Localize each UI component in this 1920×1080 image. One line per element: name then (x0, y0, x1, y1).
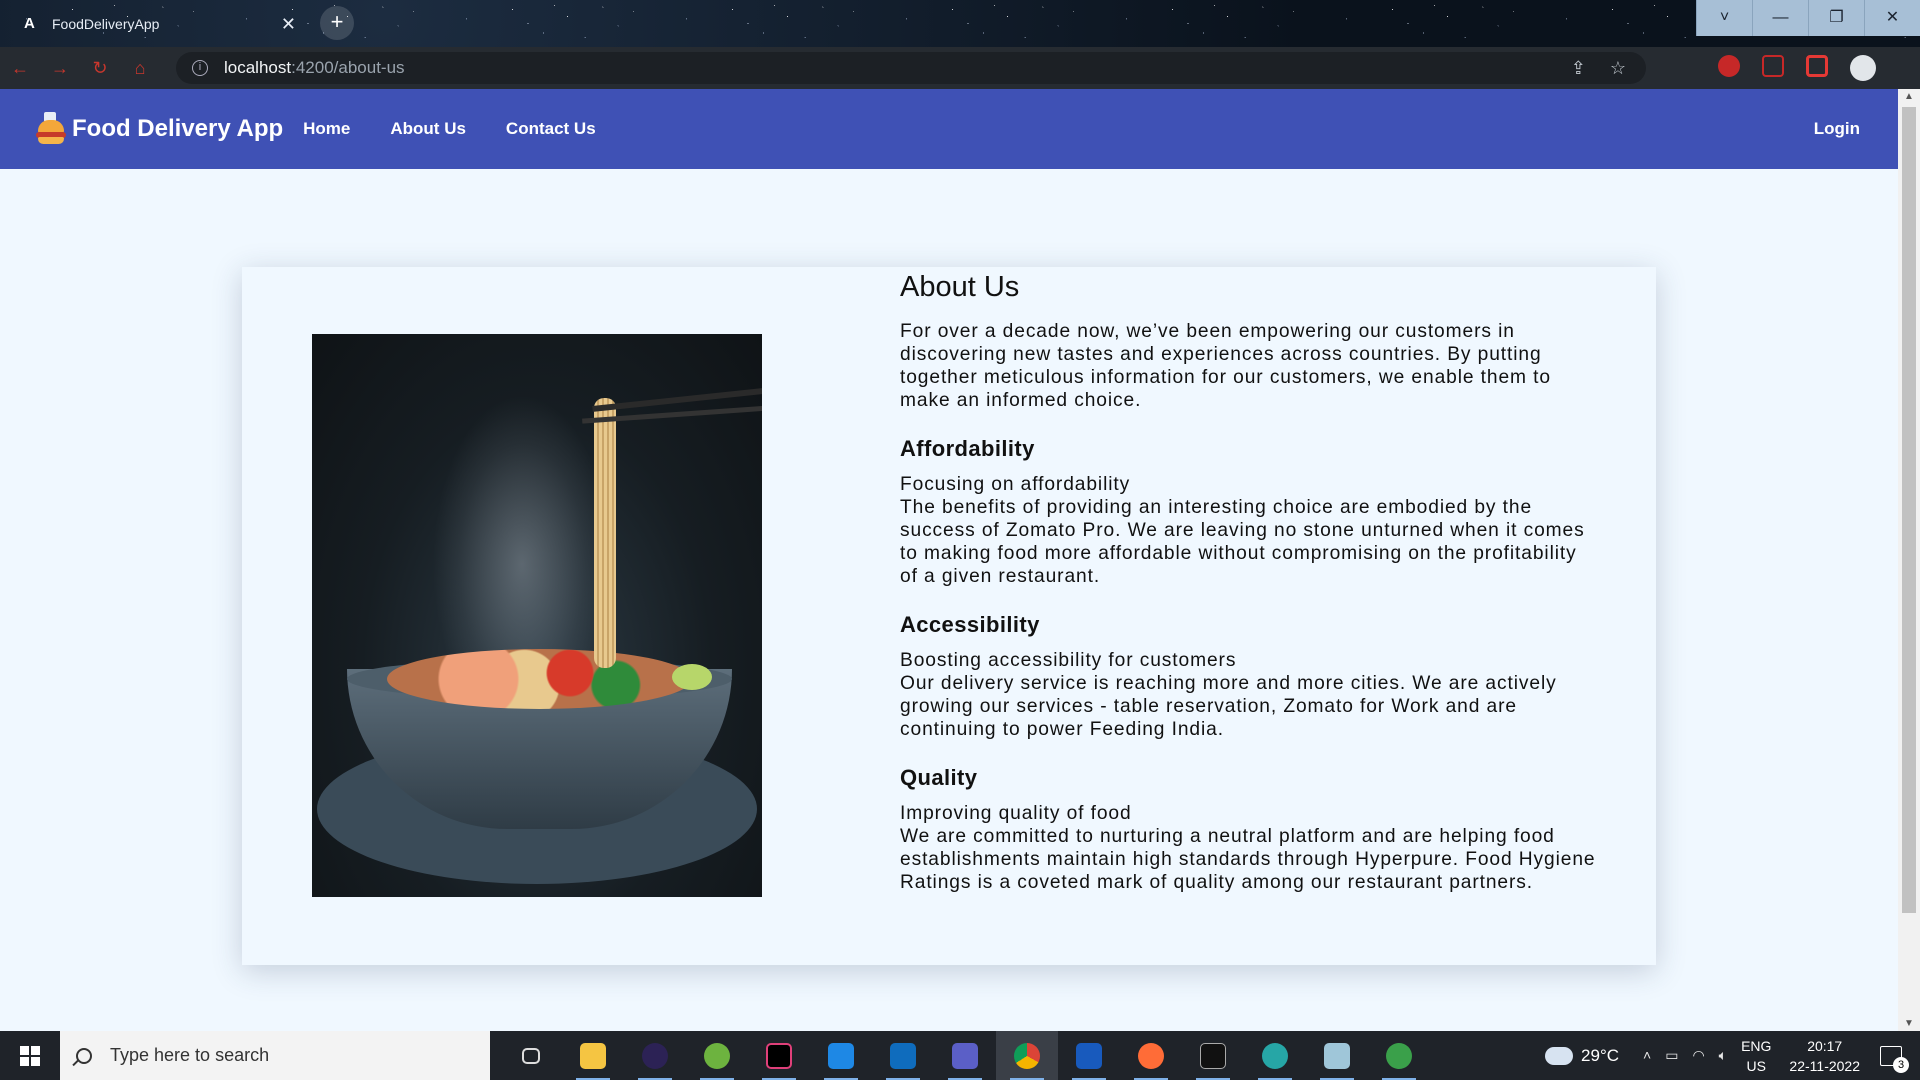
new-tab-button[interactable]: + (320, 6, 354, 40)
browser-globe-icon[interactable] (1368, 1031, 1430, 1080)
start-button[interactable] (0, 1031, 60, 1080)
clock-time: 20:17 (1807, 1037, 1843, 1054)
tray-icons: ˄ ▭ ◠ 🔈︎ (1643, 1047, 1727, 1064)
section-subtitle: Focusing on affordability (900, 474, 1131, 495)
weather-widget[interactable]: 29°C (1545, 1046, 1619, 1066)
chevron-up-icon[interactable]: ˄ (1643, 1047, 1651, 1064)
section-subtitle: Improving quality of food (900, 803, 1132, 824)
browser-tab[interactable]: A FoodDeliveryApp ✕ (10, 4, 310, 44)
vscode-icon[interactable] (810, 1031, 872, 1080)
nav-contact-us[interactable]: Contact Us (506, 111, 596, 147)
language-indicator[interactable]: ENG US (1741, 1036, 1771, 1076)
about-intro: For over a decade now, we’ve been empowe… (900, 321, 1551, 411)
noodle-bowl-photo (312, 334, 762, 897)
browser-tabstrip: A FoodDeliveryApp ✕ + ˅ — ❐ ✕ (0, 0, 1920, 47)
notification-icon[interactable]: 3 (1880, 1045, 1909, 1073)
region-code: US (1746, 1057, 1766, 1074)
task-view-icon[interactable] (500, 1031, 562, 1080)
app-navbar: Food Delivery App Home About Us Contact … (0, 89, 1898, 169)
section-body: Our delivery service is reaching more an… (900, 673, 1557, 740)
mysql-icon[interactable] (1244, 1031, 1306, 1080)
restore-button[interactable]: ❐ (1808, 0, 1864, 36)
taskbar-search[interactable]: Type here to search (60, 1031, 490, 1080)
tab-title: FoodDeliveryApp (52, 16, 160, 32)
about-card: About Us For over a decade now, we’ve be… (242, 267, 1656, 965)
search-icon (76, 1047, 92, 1064)
lang-code: ENG (1741, 1037, 1772, 1054)
scroll-up-icon[interactable]: ▲ (1904, 91, 1914, 102)
home-icon[interactable]: ⌂ (120, 58, 160, 79)
volume-icon[interactable]: 🔈︎ (1719, 1047, 1727, 1064)
site-info-icon[interactable]: i (192, 60, 208, 76)
file-explorer-icon[interactable] (562, 1031, 624, 1080)
reload-icon[interactable]: ↻ (80, 58, 120, 79)
word-icon[interactable] (1058, 1031, 1120, 1080)
extensions (1718, 55, 1876, 81)
section-body: We are committed to nurturing a neutral … (900, 826, 1596, 893)
page-viewport: Food Delivery App Home About Us Contact … (0, 89, 1898, 1031)
angular-icon: A (24, 15, 35, 32)
burger-logo-icon (34, 112, 68, 146)
cloud-icon (1545, 1046, 1574, 1065)
back-icon[interactable]: ← (0, 58, 40, 79)
wifi-icon[interactable]: ◠ (1692, 1047, 1704, 1064)
minimize-button[interactable]: — (1752, 0, 1808, 36)
teams-icon[interactable] (934, 1031, 996, 1080)
page-title: About Us (900, 271, 1020, 303)
url-host: localhost (224, 58, 292, 77)
extension-icon[interactable] (1718, 55, 1740, 77)
section-heading-accessibility: Accessibility (900, 612, 1040, 637)
url-path: :4200/about-us (291, 58, 405, 77)
scroll-down-icon[interactable]: ▼ (1904, 1018, 1914, 1029)
profile-avatar-icon[interactable] (1850, 55, 1876, 81)
eclipse-icon[interactable] (624, 1031, 686, 1080)
notes-icon[interactable] (1306, 1031, 1368, 1080)
brand[interactable]: Food Delivery App (34, 112, 283, 146)
terminal-icon[interactable] (1182, 1031, 1244, 1080)
close-window-button[interactable]: ✕ (1864, 0, 1920, 36)
window-controls: ˅ — ❐ ✕ (1696, 0, 1920, 36)
taskbar-apps (500, 1031, 1430, 1080)
notification-count: 3 (1893, 1056, 1909, 1073)
close-tab-icon[interactable]: ✕ (281, 14, 296, 35)
tab-search-button[interactable]: ˅ (1696, 0, 1752, 36)
url-field[interactable]: i localhost:4200/about-us ⇪ ☆ (176, 52, 1646, 84)
search-placeholder: Type here to search (110, 1045, 270, 1065)
clock-date: 22-11-2022 (1789, 1057, 1860, 1074)
section-subtitle: Boosting accessibility for customers (900, 650, 1237, 671)
system-tray: 29°C ˄ ▭ ◠ 🔈︎ ENG US 20:17 22-11-2022 3 (1545, 1031, 1920, 1080)
brand-name: Food Delivery App (72, 115, 284, 142)
section-body: The benefits of providing an interesting… (900, 497, 1585, 587)
bookmark-star-icon[interactable]: ☆ (1610, 58, 1626, 79)
nav-about-us[interactable]: About Us (390, 111, 466, 147)
outlook-icon[interactable] (872, 1031, 934, 1080)
extension-icon[interactable] (1806, 55, 1828, 77)
spring-tool-icon[interactable] (686, 1031, 748, 1080)
about-content: About Us For over a decade now, we’ve be… (900, 267, 1600, 894)
extension-icon[interactable] (1762, 55, 1784, 77)
clock[interactable]: 20:17 22-11-2022 (1789, 1036, 1860, 1076)
share-icon[interactable]: ⇪ (1571, 58, 1586, 79)
windows-icon (20, 1045, 40, 1066)
windows-taskbar: Type here to search 29°C ˄ ▭ ◠ 🔈︎ ENG US… (0, 1031, 1920, 1080)
section-heading-quality: Quality (900, 765, 978, 790)
section-heading-affordability: Affordability (900, 436, 1035, 461)
battery-icon[interactable]: ▭ (1665, 1047, 1678, 1064)
nav-home[interactable]: Home (303, 111, 350, 147)
intellij-icon[interactable] (748, 1031, 810, 1080)
scrollbar-thumb[interactable] (1902, 107, 1916, 913)
address-bar-row: ← → ↻ ⌂ i localhost:4200/about-us ⇪ ☆ (0, 47, 1920, 89)
temperature: 29°C (1581, 1045, 1620, 1065)
postman-icon[interactable] (1120, 1031, 1182, 1080)
forward-icon[interactable]: → (40, 58, 80, 79)
page-scrollbar[interactable]: ▲ ▼ (1898, 89, 1920, 1031)
chrome-icon[interactable] (996, 1031, 1058, 1080)
login-link[interactable]: Login (1814, 119, 1860, 139)
